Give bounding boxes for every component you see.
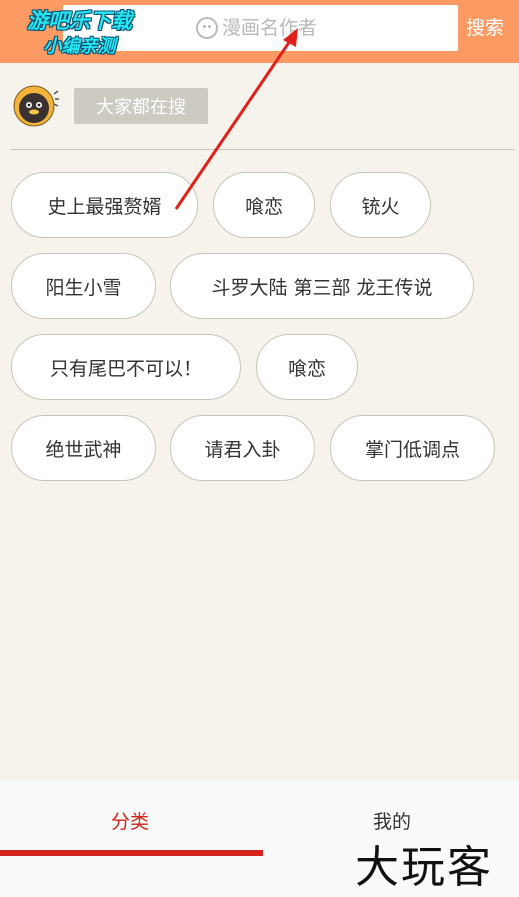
search-tag[interactable]: 阳生小雪 — [11, 253, 156, 319]
tab-category-label: 分类 — [110, 811, 149, 833]
section-label: 大家都在搜 — [74, 88, 208, 124]
search-button[interactable]: 搜索 — [466, 13, 504, 40]
search-icon — [196, 17, 218, 39]
search-tag[interactable]: 绝世武神 — [11, 415, 156, 481]
active-tab-indicator — [0, 850, 263, 856]
search-tag[interactable]: 只有尾巴不可以！ — [11, 334, 241, 400]
search-tag[interactable]: 史上最强赘婿 — [11, 172, 198, 238]
watermark-line1: 游吧乐下载 — [27, 9, 132, 33]
divider — [11, 149, 515, 150]
brand-watermark: 大玩客 — [355, 842, 493, 893]
search-tag[interactable]: 请君入卦 — [170, 415, 315, 481]
search-tag[interactable]: 掌门低调点 — [330, 415, 495, 481]
search-tag[interactable]: 铳火 — [330, 172, 431, 238]
mascot-icon — [13, 85, 59, 127]
search-tag[interactable]: 喰恋 — [256, 334, 358, 400]
search-input[interactable] — [222, 17, 422, 39]
tab-mine-label: 我的 — [372, 811, 411, 833]
tab-category[interactable]: 分类 — [0, 781, 263, 897]
search-tag[interactable]: 喰恋 — [213, 172, 315, 238]
watermark-line2: 小编亲测 — [43, 36, 116, 57]
watermark-logo: 游吧乐下载 小编亲测 — [12, 8, 147, 60]
search-tag[interactable]: 斗罗大陆 第三部 龙王传说 — [170, 253, 474, 319]
